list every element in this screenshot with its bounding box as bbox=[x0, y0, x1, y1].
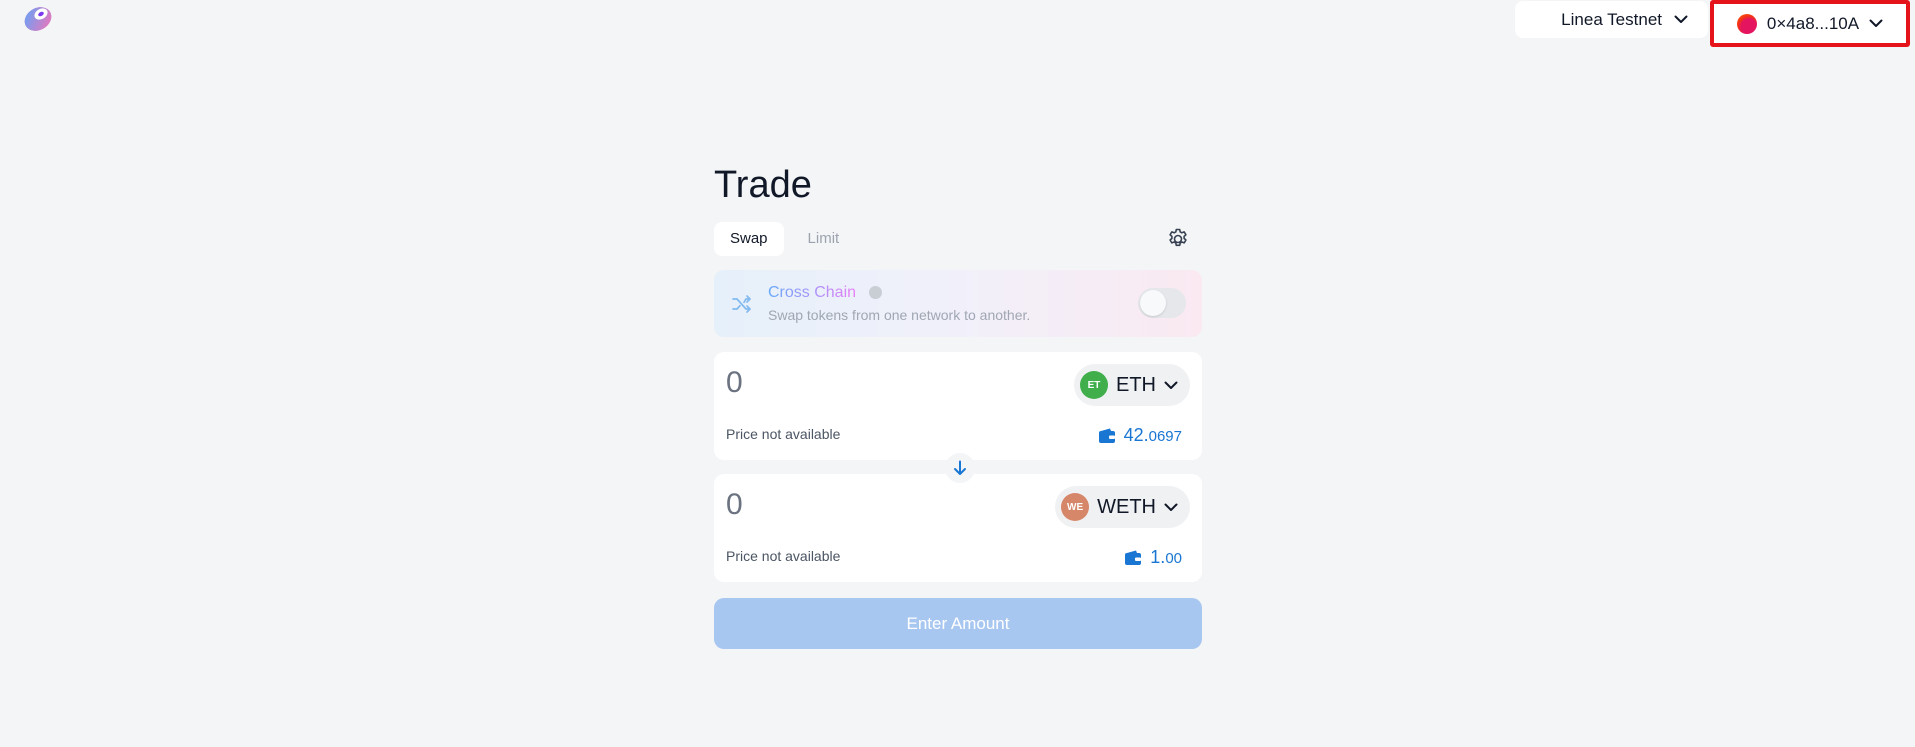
from-amount-input[interactable] bbox=[726, 366, 926, 400]
from-token-box: ET ETH Price not available 42.0697 bbox=[714, 352, 1202, 460]
from-balance-main: 42. bbox=[1123, 425, 1149, 445]
to-balance-main: 1. bbox=[1150, 547, 1166, 567]
eth-token-icon: ET bbox=[1080, 371, 1108, 399]
gear-icon[interactable] bbox=[1166, 227, 1190, 251]
chevron-down-icon bbox=[1164, 503, 1178, 511]
trade-tabs: Swap Limit bbox=[714, 222, 1202, 256]
to-token-symbol: WETH bbox=[1097, 495, 1156, 518]
cross-chain-text: Cross Chain Swap tokens from one network… bbox=[768, 284, 1030, 323]
to-token-selector[interactable]: WE WETH bbox=[1055, 486, 1190, 528]
to-balance-button[interactable]: 1.00 bbox=[1124, 547, 1182, 568]
info-icon[interactable] bbox=[869, 286, 883, 300]
chevron-down-icon bbox=[1674, 15, 1688, 23]
enter-amount-button[interactable]: Enter Amount bbox=[714, 598, 1202, 649]
wallet-icon bbox=[1125, 550, 1142, 565]
wallet-icon bbox=[1098, 428, 1115, 443]
network-selector-button[interactable]: Linea Testnet bbox=[1515, 1, 1708, 38]
to-token-box: WE WETH Price not available 1.00 bbox=[714, 474, 1202, 582]
from-price-text: Price not available bbox=[726, 426, 841, 442]
from-balance-button[interactable]: 42.0697 bbox=[1098, 425, 1182, 446]
weth-token-icon: WE bbox=[1061, 493, 1090, 521]
tab-limit[interactable]: Limit bbox=[792, 222, 856, 256]
account-avatar bbox=[1736, 13, 1757, 34]
page-title: Trade bbox=[714, 164, 812, 206]
from-balance-decimals: 0697 bbox=[1148, 428, 1182, 445]
cross-chain-toggle[interactable] bbox=[1138, 288, 1186, 318]
arrow-down-icon bbox=[954, 460, 966, 475]
trade-panel: Trade Swap Limit Cross Chain Swap tokens… bbox=[714, 160, 1202, 649]
account-button[interactable]: 0×4a8...10A bbox=[1710, 0, 1910, 47]
from-token-selector[interactable]: ET ETH bbox=[1074, 364, 1190, 406]
network-label: Linea Testnet bbox=[1561, 9, 1662, 29]
to-amount-input[interactable] bbox=[726, 488, 926, 522]
cross-chain-title: Cross Chain bbox=[768, 284, 857, 301]
cross-chain-card: Cross Chain Swap tokens from one network… bbox=[714, 270, 1202, 337]
shuffle-icon bbox=[732, 294, 751, 313]
sushi-logo-icon[interactable] bbox=[20, 2, 56, 36]
to-balance-decimals: 00 bbox=[1165, 550, 1182, 567]
cross-chain-subtitle: Swap tokens from one network to another. bbox=[768, 307, 1031, 323]
to-price-text: Price not available bbox=[726, 548, 841, 564]
toggle-knob bbox=[1140, 290, 1166, 316]
chevron-down-icon bbox=[1869, 19, 1883, 27]
from-token-symbol: ETH bbox=[1116, 373, 1156, 396]
account-address: 0×4a8...10A bbox=[1766, 13, 1860, 33]
tab-swap[interactable]: Swap bbox=[714, 222, 784, 256]
switch-tokens-button[interactable] bbox=[945, 453, 975, 483]
chevron-down-icon bbox=[1164, 381, 1178, 389]
